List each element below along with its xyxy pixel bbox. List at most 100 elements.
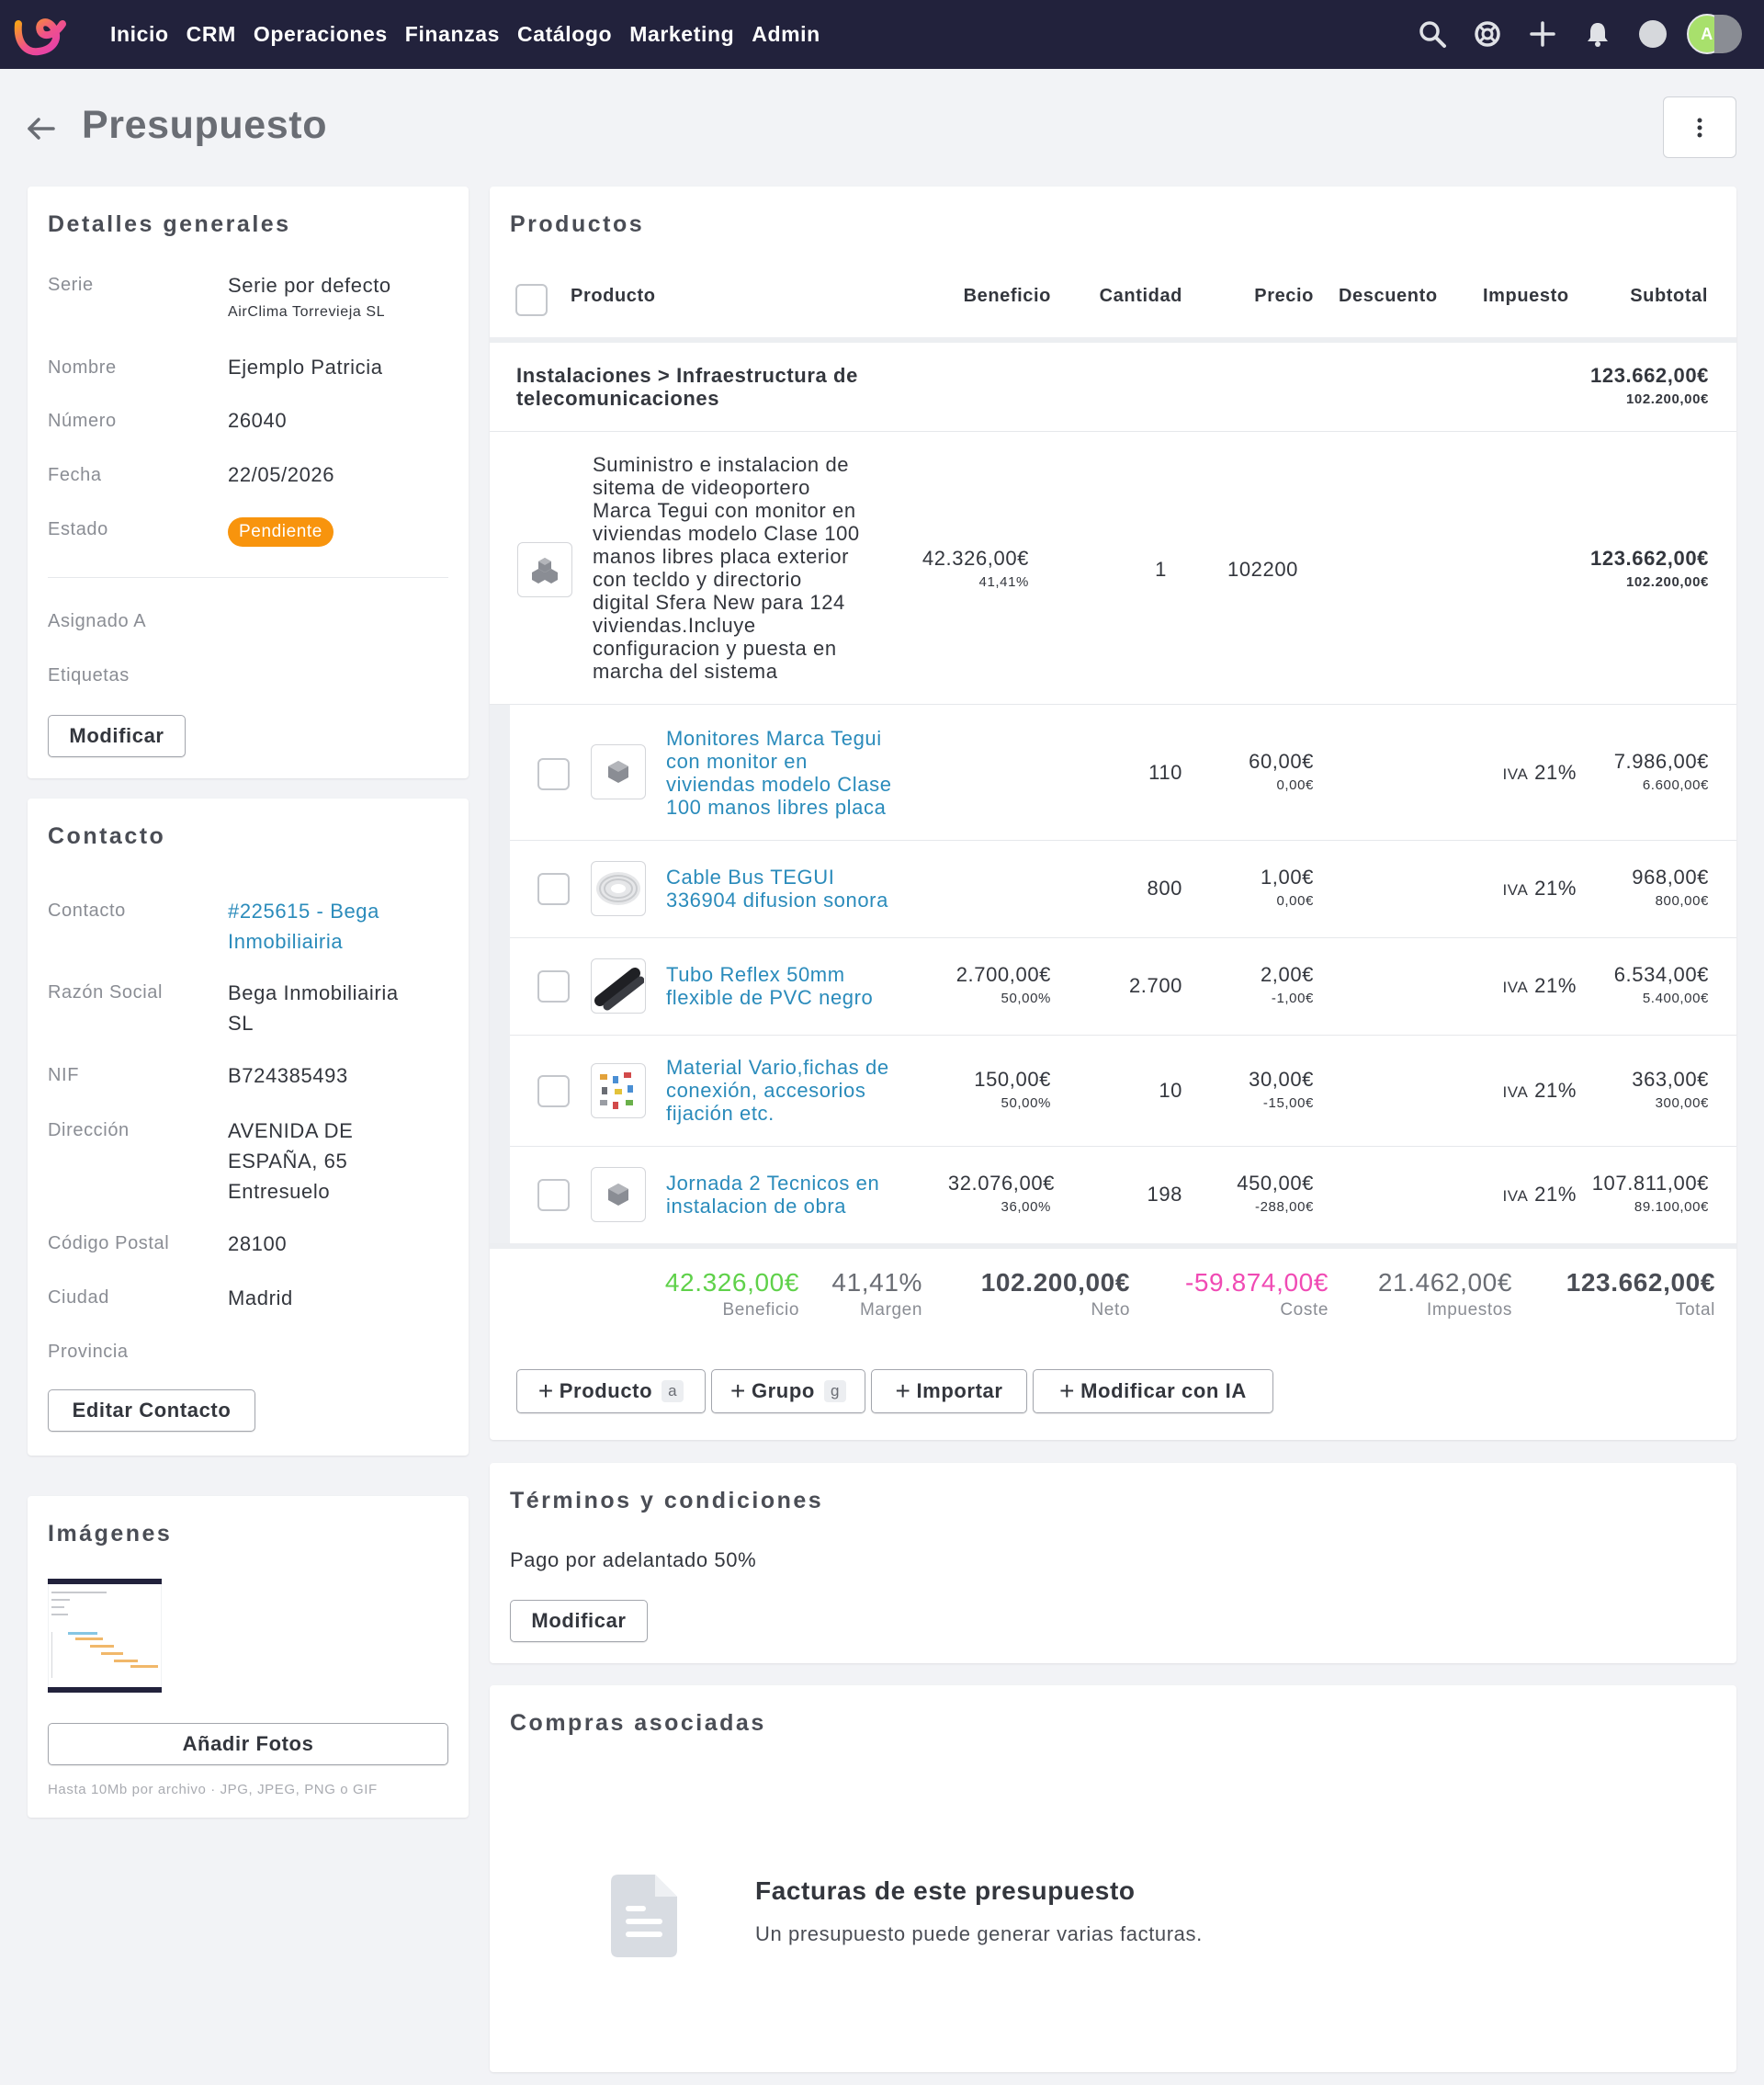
parent-beneficio-pct: 41,41% bbox=[978, 574, 1029, 590]
more-options-button[interactable] bbox=[1663, 96, 1736, 158]
summary-margen-label: Margen bbox=[859, 1300, 922, 1320]
col-precio[interactable]: Precio bbox=[1194, 286, 1314, 307]
app-logo[interactable] bbox=[13, 11, 70, 59]
col-impuesto[interactable]: Impuesto bbox=[1483, 286, 1569, 307]
cable-coil-icon bbox=[596, 872, 640, 905]
modify-terms-button[interactable]: Modificar bbox=[510, 1600, 648, 1642]
fecha-value: 22/05/2026 bbox=[228, 463, 335, 486]
modify-with-ai-button[interactable]: + Modificar con IA bbox=[1033, 1369, 1273, 1413]
composite-item-thumb bbox=[517, 542, 572, 597]
summary-coste-value: -59.874,00€ bbox=[1184, 1268, 1329, 1297]
user-menu[interactable]: A bbox=[1687, 14, 1742, 54]
back-arrow-icon[interactable] bbox=[26, 115, 57, 142]
product-name-link[interactable]: Tubo Reflex 50mm flexible de PVC negro bbox=[666, 963, 873, 1009]
parent-cantidad[interactable]: 1 bbox=[1102, 558, 1167, 582]
row-precio[interactable]: 30,00€ bbox=[1194, 1068, 1314, 1092]
col-producto[interactable]: Producto bbox=[571, 286, 656, 307]
parent-subtotal-net: 102.200,00€ bbox=[1625, 574, 1709, 590]
add-product-button[interactable]: + Producto a bbox=[516, 1369, 706, 1413]
nav-item-marketing[interactable]: Marketing bbox=[629, 22, 734, 47]
contacto-link-line2[interactable]: Inmobiliairia bbox=[228, 926, 343, 957]
cp-value: 28100 bbox=[228, 1232, 288, 1255]
contacto-link[interactable]: #225615 - Bega bbox=[228, 896, 379, 926]
row-net: 6.600,00€ bbox=[1642, 777, 1709, 793]
desc-line: manos libres placa exterior bbox=[593, 545, 850, 568]
child-indent-bar bbox=[490, 705, 510, 1247]
contacto-label: Contacto bbox=[48, 901, 126, 921]
row-precio[interactable]: 2,00€ bbox=[1194, 963, 1314, 987]
bell-icon[interactable] bbox=[1582, 18, 1613, 50]
row-cantidad[interactable]: 2.700 bbox=[1102, 974, 1182, 998]
desc-line: digital Sfera New para 124 bbox=[593, 591, 845, 614]
product-name-link[interactable]: Material Vario,fichas de conexión, acces… bbox=[666, 1056, 889, 1125]
row-cantidad[interactable]: 10 bbox=[1102, 1079, 1182, 1103]
empty-state-title: Facturas de este presupuesto bbox=[755, 1876, 1136, 1905]
direccion-value: AVENIDA DE bbox=[228, 1119, 354, 1142]
select-all-checkbox[interactable] bbox=[515, 284, 548, 316]
row-precio[interactable]: 1,00€ bbox=[1194, 866, 1314, 890]
import-button[interactable]: + Importar bbox=[871, 1369, 1027, 1413]
parent-precio[interactable]: 102200 bbox=[1227, 558, 1298, 582]
serie-company: AirClima Torrevieja SL bbox=[228, 304, 386, 320]
add-group-button[interactable]: + Grupo g bbox=[711, 1369, 865, 1413]
row-subtotal: 6.534,00€ bbox=[1613, 963, 1709, 986]
edit-contact-button[interactable]: Editar Contacto bbox=[48, 1389, 255, 1432]
name-line: Cable Bus TEGUI bbox=[666, 866, 835, 889]
status-badge[interactable]: Pendiente bbox=[228, 517, 334, 547]
parent-item-description[interactable]: Suministro e instalacion de sitema de vi… bbox=[593, 453, 860, 683]
row-checkbox[interactable] bbox=[537, 970, 570, 1003]
row-coste: -1,00€ bbox=[1271, 991, 1314, 1006]
row-checkbox[interactable] bbox=[537, 1179, 570, 1211]
nav-item-catalogo[interactable]: Catálogo bbox=[517, 22, 612, 47]
product-name-link[interactable]: Cable Bus TEGUI 336904 difusion sonora bbox=[666, 866, 888, 912]
row-cantidad[interactable]: 800 bbox=[1102, 877, 1182, 901]
modify-general-button[interactable]: Modificar bbox=[48, 715, 186, 757]
nav-item-crm[interactable]: CRM bbox=[187, 22, 236, 47]
ciudad-value: Madrid bbox=[228, 1286, 293, 1309]
ciudad-label: Ciudad bbox=[48, 1287, 109, 1308]
serie-value: Serie por defecto bbox=[228, 274, 391, 297]
plus-icon: + bbox=[1059, 1377, 1076, 1405]
razon-label: Razón Social bbox=[48, 982, 164, 1003]
row-cantidad[interactable]: 110 bbox=[1102, 761, 1182, 785]
nav-item-inicio[interactable]: Inicio bbox=[110, 22, 169, 47]
nav-item-operaciones[interactable]: Operaciones bbox=[254, 22, 388, 47]
status-dot-icon[interactable] bbox=[1637, 18, 1668, 50]
row-checkbox[interactable] bbox=[537, 758, 570, 790]
summary-margen-value: 41,41% bbox=[831, 1268, 922, 1297]
row-checkbox[interactable] bbox=[537, 1075, 570, 1107]
name-line: 100 manos libres placa bbox=[666, 796, 887, 819]
col-descuento[interactable]: Descuento bbox=[1339, 286, 1438, 307]
add-photos-button[interactable]: Añadir Fotos bbox=[48, 1723, 448, 1765]
search-icon[interactable] bbox=[1417, 18, 1448, 50]
row-subtotal: 107.811,00€ bbox=[1591, 1172, 1709, 1195]
pipe-icon bbox=[594, 968, 644, 1011]
row-net: 800,00€ bbox=[1655, 893, 1709, 909]
cubes-icon bbox=[532, 558, 558, 584]
group-name[interactable]: Instalaciones > Infraestructura de telec… bbox=[516, 364, 858, 410]
support-icon[interactable] bbox=[1472, 18, 1503, 50]
product-name-link[interactable]: Jornada 2 Tecnicos en instalacion de obr… bbox=[666, 1172, 879, 1218]
row-precio[interactable]: 60,00€ bbox=[1194, 750, 1314, 774]
shortcut-key: a bbox=[662, 1380, 684, 1402]
card-title: Contacto bbox=[48, 823, 166, 849]
nav-item-finanzas[interactable]: Finanzas bbox=[405, 22, 500, 47]
parent-beneficio: 42.326,00€ bbox=[922, 547, 1029, 570]
col-cantidad[interactable]: Cantidad bbox=[1057, 286, 1182, 307]
nav-item-admin[interactable]: Admin bbox=[752, 22, 820, 47]
summary-impuestos-value: 21.462,00€ bbox=[1377, 1268, 1512, 1297]
etiquetas-label: Etiquetas bbox=[48, 665, 130, 686]
card-title: Términos y condiciones bbox=[510, 1488, 824, 1513]
row-cantidad[interactable]: 198 bbox=[1102, 1183, 1182, 1207]
row-coste: 0,00€ bbox=[1276, 777, 1314, 793]
row-precio[interactable]: 450,00€ bbox=[1194, 1172, 1314, 1195]
col-beneficio[interactable]: Beneficio bbox=[919, 286, 1051, 307]
box-icon bbox=[608, 1184, 628, 1206]
desc-line: viviendas modelo Clase 100 bbox=[593, 522, 860, 545]
col-subtotal[interactable]: Subtotal bbox=[1599, 286, 1708, 307]
product-name-link[interactable]: Monitores Marca Tegui con monitor en viv… bbox=[666, 727, 892, 819]
row-subtotal: 363,00€ bbox=[1632, 1068, 1709, 1091]
image-thumbnail[interactable] bbox=[48, 1579, 162, 1693]
plus-icon[interactable] bbox=[1527, 18, 1558, 50]
row-checkbox[interactable] bbox=[537, 873, 570, 905]
